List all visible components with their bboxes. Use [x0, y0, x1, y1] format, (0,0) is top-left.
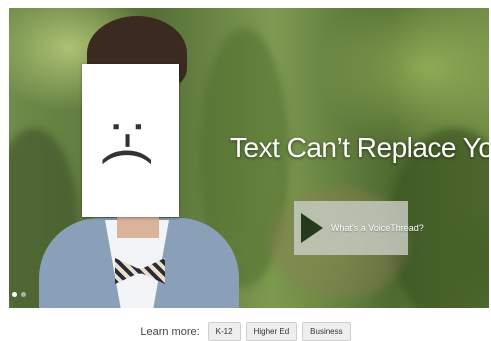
- whats-voicethread-label: What's a VoiceThread?: [331, 223, 424, 233]
- sad-emoticon: :-(: [101, 118, 160, 163]
- hero-banner: :-( Text Can’t Replace You What's a Voic…: [9, 8, 489, 308]
- play-icon: [301, 213, 323, 243]
- k12-button[interactable]: K-12: [207, 322, 241, 341]
- slide-dot-1[interactable]: [12, 292, 17, 297]
- business-button[interactable]: Business: [302, 322, 351, 341]
- whats-voicethread-button[interactable]: What's a VoiceThread?: [294, 201, 424, 255]
- slide-indicator: [12, 292, 26, 297]
- higher-ed-button[interactable]: Higher Ed: [245, 322, 298, 341]
- learn-more-label: Learn more:: [140, 325, 200, 338]
- hero-headline: Text Can’t Replace You: [230, 132, 489, 163]
- sad-face-card: :-(: [82, 64, 179, 217]
- slide-dot-2[interactable]: [21, 292, 26, 297]
- learn-more-bar: Learn more: K-12 Higher Ed Business: [0, 322, 491, 341]
